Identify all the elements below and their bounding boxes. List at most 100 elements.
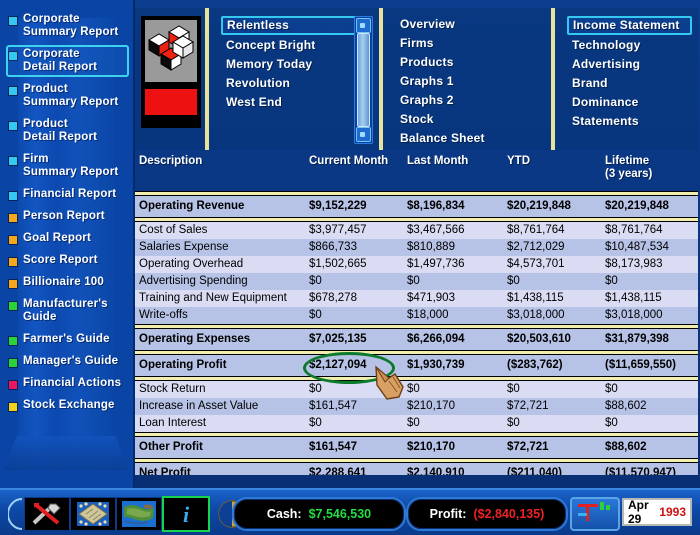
company-logo-icon bbox=[145, 20, 197, 82]
row-value-last-month: $2,140,910 bbox=[407, 467, 465, 475]
sidebar-item-financial-report[interactable]: Financial Report bbox=[6, 185, 129, 204]
nav-item-products[interactable]: Products bbox=[395, 54, 545, 71]
sidebar-item-product-detail-report[interactable]: Product Detail Report bbox=[6, 115, 129, 147]
scroll-down-button[interactable] bbox=[356, 127, 371, 142]
subnav-item-technology[interactable]: Technology bbox=[567, 37, 692, 54]
scroll-up-button[interactable] bbox=[356, 18, 371, 33]
company-item-memory-today[interactable]: Memory Today bbox=[221, 56, 373, 73]
column-header-last-month: Last Month bbox=[407, 155, 469, 167]
sidebar-item-financial-actions[interactable]: Financial Actions bbox=[6, 374, 129, 393]
subnav-item-advertising[interactable]: Advertising bbox=[567, 56, 692, 73]
subnav-item-dominance[interactable]: Dominance bbox=[567, 94, 692, 111]
table-row[interactable]: Advertising Spending $0 $0 $0 $0 bbox=[135, 273, 698, 290]
row-value-ytd: $20,219,848 bbox=[507, 200, 571, 212]
sidebar-item-corporate-summary-report[interactable]: Corporate Summary Report bbox=[6, 10, 129, 42]
company-item-relentless[interactable]: Relentless bbox=[221, 16, 373, 35]
sidebar-item-farmer-s-guide[interactable]: Farmer's Guide bbox=[6, 330, 129, 349]
sidebar-item-label: Product Summary Report bbox=[23, 83, 119, 108]
row-value-current-month: $2,127,094 bbox=[309, 359, 367, 371]
row-value-ytd: $8,761,764 bbox=[507, 224, 565, 236]
row-value-ytd: $0 bbox=[507, 383, 520, 395]
row-value-ytd: $72,721 bbox=[507, 441, 549, 453]
sidebar-item-manager-s-guide[interactable]: Manager's Guide bbox=[6, 352, 129, 371]
profit-value: ($2,840,135) bbox=[473, 507, 545, 521]
nav-item-graphs-1[interactable]: Graphs 1 bbox=[395, 73, 545, 90]
table-row[interactable]: Cost of Sales $3,977,457 $3,467,566 $8,761,… bbox=[135, 222, 698, 239]
sidebar-item-manufacturer-s-guide[interactable]: Manufacturer's Guide bbox=[6, 295, 129, 327]
table-row[interactable]: Loan Interest $0 $0 $0 $0 bbox=[135, 415, 698, 432]
map-grid-icon[interactable] bbox=[70, 497, 116, 531]
row-value-lifetime: ($11,659,550) bbox=[605, 359, 676, 371]
bar-graph-icon[interactable] bbox=[570, 497, 620, 531]
row-value-current-month: $0 bbox=[309, 383, 322, 395]
bullet-icon bbox=[9, 87, 17, 95]
table-row[interactable]: Other Profit $161,547 $210,170 $72,721 $88,6… bbox=[135, 437, 698, 458]
sidebar-item-label: Score Report bbox=[23, 254, 98, 266]
table-row[interactable]: Write-offs $0 $18,000 $3,018,000 $3,018,000 bbox=[135, 307, 698, 324]
company-item-revolution[interactable]: Revolution bbox=[221, 75, 373, 92]
subnav-item-income-statement[interactable]: Income Statement bbox=[567, 16, 692, 35]
table-row[interactable]: Net Profit $2,288,641 $2,140,910 ($211,040)… bbox=[135, 463, 698, 475]
nav-item-graphs-2[interactable]: Graphs 2 bbox=[395, 92, 545, 109]
row-value-last-month: $8,196,834 bbox=[407, 200, 465, 212]
sidebar-item-firm-summary-report[interactable]: Firm Summary Report bbox=[6, 150, 129, 182]
company-item-west-end[interactable]: West End bbox=[221, 94, 373, 111]
column-header-description: Description bbox=[139, 155, 203, 167]
table-row[interactable]: Operating Overhead $1,502,665 $1,497,736 $4… bbox=[135, 256, 698, 273]
row-value-lifetime: $10,487,534 bbox=[605, 241, 669, 253]
subnav-item-statements[interactable]: Statements bbox=[567, 113, 692, 130]
table-row[interactable]: Increase in Asset Value $161,547 $210,170 $… bbox=[135, 398, 698, 415]
sidebar-item-corporate-detail-report[interactable]: Corporate Detail Report bbox=[6, 45, 129, 77]
subnav-list: Income Statement Technology Advertising Bra… bbox=[555, 8, 698, 130]
sidebar-item-score-report[interactable]: Score Report bbox=[6, 251, 129, 270]
nav-item-stock[interactable]: Stock bbox=[395, 111, 545, 128]
tools-icon[interactable] bbox=[24, 497, 70, 531]
status-bar: i Cash: $7,546,530 Profit: ($2,840,135) bbox=[0, 488, 700, 535]
nav-item-firms[interactable]: Firms bbox=[395, 35, 545, 52]
table-row[interactable]: Salaries Expense $866,733 $810,889 $2,712,0… bbox=[135, 239, 698, 256]
row-value-last-month: $0 bbox=[407, 417, 420, 429]
row-value-last-month: $0 bbox=[407, 383, 420, 395]
sidebar-item-product-summary-report[interactable]: Product Summary Report bbox=[6, 80, 129, 112]
sidebar-item-label: Manufacturer's Guide bbox=[23, 298, 108, 323]
sidebar-item-list: Corporate Summary Report Corporate Detail… bbox=[0, 0, 133, 415]
company-item-concept-bright[interactable]: Concept Bright bbox=[221, 37, 373, 54]
subnav-list-panel: Income Statement Technology Advertising Bra… bbox=[553, 8, 698, 150]
date-display: Apr 29 1993 bbox=[622, 498, 692, 526]
row-label: Stock Return bbox=[139, 383, 206, 395]
row-value-lifetime: $20,219,848 bbox=[605, 200, 669, 212]
table-row[interactable]: Operating Profit $2,127,094 $1,930,739 ($28… bbox=[135, 355, 698, 376]
company-logo-panel bbox=[135, 8, 207, 150]
subnav-item-brand[interactable]: Brand bbox=[567, 75, 692, 92]
row-value-current-month: $161,547 bbox=[309, 400, 357, 412]
scroll-thumb[interactable] bbox=[357, 33, 370, 127]
column-header-lifetime: Lifetime (3 years) bbox=[605, 155, 652, 181]
table-row[interactable]: Stock Return $0 $0 $0 $0 bbox=[135, 381, 698, 398]
row-value-lifetime: $3,018,000 bbox=[605, 309, 663, 321]
row-value-ytd: ($211,040) bbox=[507, 467, 562, 475]
sidebar-item-billionaire-100[interactable]: Billionaire 100 bbox=[6, 273, 129, 292]
table-row[interactable]: Training and New Equipment $678,278 $471,9… bbox=[135, 290, 698, 307]
sidebar-item-goal-report[interactable]: Goal Report bbox=[6, 229, 129, 248]
company-list-scrollbar[interactable] bbox=[354, 16, 373, 144]
nav-item-overview[interactable]: Overview bbox=[395, 16, 545, 33]
row-value-last-month: $210,170 bbox=[407, 441, 455, 453]
world-map-icon[interactable] bbox=[116, 497, 162, 531]
sidebar-item-stock-exchange[interactable]: Stock Exchange bbox=[6, 396, 129, 415]
cash-value: $7,546,530 bbox=[308, 507, 372, 521]
bullet-icon bbox=[9, 302, 17, 310]
sidebar-item-label: Person Report bbox=[23, 210, 105, 222]
row-label: Training and New Equipment bbox=[139, 292, 287, 304]
cash-label: Cash: bbox=[266, 507, 302, 521]
column-header-current-month: Current Month bbox=[309, 155, 389, 167]
bullet-icon bbox=[9, 337, 17, 345]
info-icon[interactable]: i bbox=[162, 496, 210, 532]
row-value-ytd: $0 bbox=[507, 417, 520, 429]
sidebar-item-person-report[interactable]: Person Report bbox=[6, 207, 129, 226]
table-row[interactable]: Operating Expenses $7,025,135 $6,266,094 $2… bbox=[135, 329, 698, 350]
nav-list-panel: Overview Firms Products Graphs 1 Graphs 2 Sto… bbox=[381, 8, 553, 150]
cash-readout: Cash: $7,546,530 bbox=[232, 497, 406, 531]
bullet-icon bbox=[9, 157, 17, 165]
table-row[interactable]: Operating Revenue $9,152,229 $8,196,834 $20… bbox=[135, 196, 698, 217]
nav-item-balance-sheet[interactable]: Balance Sheet bbox=[395, 130, 545, 147]
